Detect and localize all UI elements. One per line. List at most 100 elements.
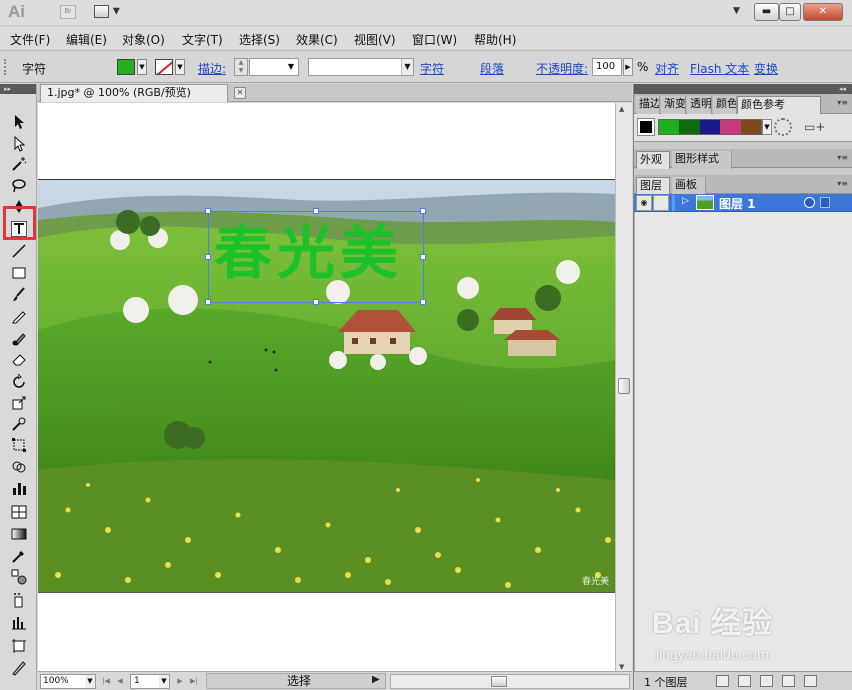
scale-tool-icon[interactable]: [8, 393, 30, 413]
lock-toggle-cell[interactable]: [653, 195, 669, 211]
magic-wand-tool-icon[interactable]: [8, 154, 30, 174]
workspace-dropdown-icon[interactable]: ▼: [733, 6, 740, 16]
menu-object[interactable]: 对象(O): [122, 31, 165, 48]
stroke-dropdown[interactable]: ▼: [175, 59, 185, 75]
tab-artboards[interactable]: 画板: [672, 177, 706, 195]
paragraph-link[interactable]: 段落: [480, 60, 504, 77]
fill-swatch[interactable]: [117, 59, 135, 75]
free-transform-tool-icon[interactable]: [8, 435, 30, 455]
direct-selection-tool-icon[interactable]: [8, 134, 30, 154]
menu-help[interactable]: 帮助(H): [474, 31, 516, 48]
layer-selection-indicator[interactable]: [820, 197, 830, 208]
lasso-tool-icon[interactable]: [8, 176, 30, 196]
arrange-documents-button[interactable]: ▼: [94, 4, 120, 18]
rectangle-tool-icon[interactable]: [8, 263, 30, 283]
eraser-tool-icon[interactable]: [8, 349, 30, 369]
line-tool-icon[interactable]: [8, 241, 30, 261]
panel-menu-icon[interactable]: ▾≡: [837, 98, 848, 107]
menu-file[interactable]: 文件(F): [10, 31, 50, 48]
tab-graphic-styles[interactable]: 图形样式: [672, 151, 732, 169]
harmony-color-3[interactable]: [699, 120, 721, 134]
layer-target-icon[interactable]: [804, 197, 815, 208]
scroll-up-icon[interactable]: ▲: [619, 105, 624, 113]
harmony-rules-dropdown[interactable]: ▼: [762, 119, 772, 135]
harmony-color-4[interactable]: [720, 120, 741, 134]
bbox-handle-bc[interactable]: [313, 299, 319, 305]
horizontal-scrollbar[interactable]: [390, 674, 630, 689]
harmony-rules-strip[interactable]: [658, 119, 762, 135]
first-page-icon[interactable]: |◀: [100, 674, 112, 689]
font-field[interactable]: ▼: [308, 58, 414, 76]
shape-builder-tool-icon[interactable]: [8, 457, 30, 477]
bbox-handle-mr[interactable]: [420, 254, 426, 260]
bbox-handle-tl[interactable]: [205, 208, 211, 214]
eyedropper-tool-icon[interactable]: [8, 546, 30, 566]
flash-text-link[interactable]: Flash 文本: [690, 60, 749, 77]
harmony-color-1[interactable]: [659, 120, 680, 134]
status-tool-label[interactable]: 选择: [206, 673, 386, 689]
close-button[interactable]: ✕: [803, 3, 843, 21]
status-menu-icon[interactable]: ▶: [372, 674, 380, 685]
blend-tool-icon[interactable]: [8, 567, 30, 587]
scroll-down-icon[interactable]: ▼: [619, 663, 624, 671]
stroke-weight-stepper[interactable]: ▲ ▼: [234, 58, 248, 76]
toolbox-collapse-icon[interactable]: ▸▸: [0, 84, 36, 94]
stroke-swatch[interactable]: [155, 59, 173, 75]
symbol-sprayer-tool-icon[interactable]: [8, 590, 30, 610]
panel-dock-collapse-icon[interactable]: ◂◂: [634, 84, 852, 94]
zoom-select[interactable]: 100% ▼: [40, 674, 96, 689]
pencil-tool-icon[interactable]: [8, 306, 30, 326]
layer-row[interactable]: ◉ ▷ 图层 1: [634, 194, 852, 212]
document-tab[interactable]: 1.jpg* @ 100% (RGB/预览): [40, 84, 228, 102]
tab-color[interactable]: 颜色: [713, 96, 737, 114]
opacity-input[interactable]: 100: [592, 58, 622, 76]
menu-select[interactable]: 选择(S): [239, 31, 280, 48]
edit-colors-icon[interactable]: [774, 118, 792, 136]
minimize-button[interactable]: ▬: [754, 3, 779, 21]
control-bar-grip[interactable]: [4, 59, 8, 75]
bbox-handle-ml[interactable]: [205, 254, 211, 260]
last-page-icon[interactable]: ▶|: [188, 674, 200, 689]
tab-gradient[interactable]: 渐变: [661, 96, 686, 114]
vertical-scroll-thumb[interactable]: [618, 378, 630, 394]
visibility-eye-icon[interactable]: ◉: [636, 195, 652, 211]
bbox-handle-br[interactable]: [420, 299, 426, 305]
layers-panel-menu-icon[interactable]: ▾≡: [837, 179, 848, 188]
harmony-color-2[interactable]: [679, 120, 700, 134]
layer-name[interactable]: 图层 1: [719, 195, 756, 212]
transform-link[interactable]: 变换: [754, 60, 778, 77]
tab-transparency[interactable]: 透明: [687, 96, 712, 114]
close-document-icon[interactable]: ✕: [234, 87, 246, 99]
opacity-link[interactable]: 不透明度:: [536, 60, 588, 77]
bridge-button[interactable]: Br: [60, 5, 76, 19]
rotate-tool-icon[interactable]: [8, 372, 30, 392]
stroke-link[interactable]: 描边:: [198, 60, 226, 77]
slice-tool-icon[interactable]: [8, 658, 30, 678]
prev-page-icon[interactable]: ◀: [114, 674, 126, 689]
menu-type[interactable]: 文字(T): [182, 31, 223, 48]
menu-window[interactable]: 窗口(W): [412, 31, 457, 48]
bbox-handle-bl[interactable]: [205, 299, 211, 305]
next-page-icon[interactable]: ▶: [174, 674, 186, 689]
tab-layers[interactable]: 图层: [636, 177, 670, 195]
horizontal-scroll-thumb[interactable]: [491, 676, 507, 687]
selection-tool-icon[interactable]: [8, 112, 30, 132]
menu-view[interactable]: 视图(V): [354, 31, 396, 48]
blob-brush-tool-icon[interactable]: [8, 328, 30, 348]
base-color-swatch[interactable]: [637, 118, 655, 136]
opacity-dropdown[interactable]: ▶: [623, 58, 633, 76]
gradient-tool-icon[interactable]: [8, 524, 30, 544]
paintbrush-tool-icon[interactable]: [8, 284, 30, 304]
vertical-scrollbar[interactable]: ▲ ▼: [615, 103, 632, 673]
artboard-tool-icon[interactable]: [8, 636, 30, 656]
menu-edit[interactable]: 编辑(E): [66, 31, 107, 48]
page-select[interactable]: 1 ▼: [130, 674, 170, 689]
tab-appearance[interactable]: 外观: [636, 151, 670, 169]
graph-tool-icon[interactable]: [8, 478, 30, 498]
save-color-group-icon[interactable]: ▭+: [804, 120, 825, 134]
bbox-handle-tr[interactable]: [420, 208, 426, 214]
tab-color-guide[interactable]: 颜色参考: [737, 96, 821, 114]
tab-stroke[interactable]: 描边: [636, 96, 660, 114]
menu-effect[interactable]: 效果(C): [296, 31, 338, 48]
stroke-weight-select[interactable]: ▼: [249, 58, 299, 76]
